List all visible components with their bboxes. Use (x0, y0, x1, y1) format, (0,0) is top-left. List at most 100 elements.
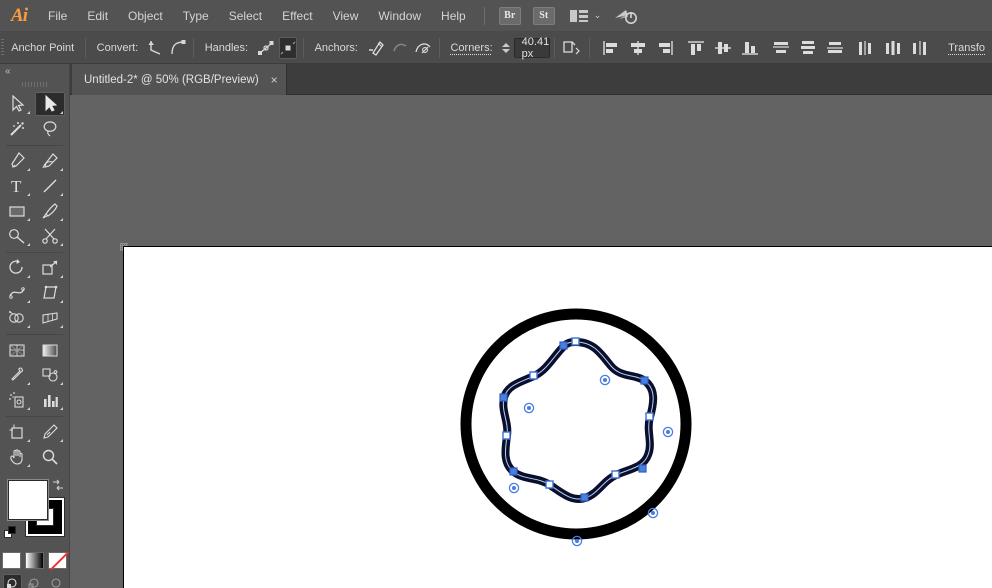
draw-normal-button[interactable] (3, 574, 22, 588)
tool-row (0, 199, 69, 224)
eyedropper-tool[interactable] (2, 363, 32, 387)
stock-button[interactable]: St (532, 6, 555, 25)
slice-tool[interactable] (35, 420, 65, 444)
workspace-switcher[interactable]: ⌄ (569, 9, 602, 23)
tools-panel: « T (0, 64, 70, 588)
none-button[interactable] (48, 552, 67, 569)
convert-to-corner-icon[interactable] (147, 37, 165, 59)
symbol-sprayer-tool[interactable] (2, 388, 32, 412)
cloud-sync-icon (615, 9, 638, 24)
align-vertical-group (682, 37, 763, 59)
tool-row (0, 281, 69, 306)
corners-input[interactable]: 40.41 px (513, 36, 551, 60)
close-icon[interactable]: × (271, 74, 278, 86)
convert-to-smooth-icon[interactable] (169, 37, 187, 59)
cut-path-at-anchor-icon[interactable] (413, 37, 433, 59)
mesh-tool[interactable] (2, 338, 32, 362)
rectangle-tool[interactable] (2, 199, 32, 223)
menu-help[interactable]: Help (431, 0, 476, 32)
scale-tool[interactable] (35, 256, 65, 280)
corners-stepper[interactable] (501, 38, 510, 58)
menu-effect[interactable]: Effect (272, 0, 322, 32)
tool-divider (6, 416, 63, 417)
draw-behind-button[interactable] (25, 574, 44, 588)
gradient-button[interactable] (25, 552, 44, 569)
magic-wand-tool[interactable] (2, 117, 32, 141)
direct-selection-tool[interactable] (2, 92, 32, 116)
default-fill-stroke-icon[interactable] (4, 526, 18, 540)
zoom-tool[interactable] (35, 445, 65, 469)
shaper-pencil-tool[interactable] (2, 224, 32, 248)
menu-view[interactable]: View (323, 0, 369, 32)
align-top-icon[interactable] (684, 37, 707, 59)
blend-tool[interactable] (35, 363, 65, 387)
lasso-tool[interactable] (35, 117, 65, 141)
align-bottom-icon[interactable] (738, 37, 761, 59)
cloud-sync-button[interactable] (613, 6, 639, 26)
document-tab-bar: Untitled-2* @ 50% (RGB/Preview) × (0, 64, 992, 95)
document-tab[interactable]: Untitled-2* @ 50% (RGB/Preview) × (72, 64, 287, 95)
control-bar: Anchor Point Convert: Handles: Anchors: … (0, 32, 992, 64)
menu-window[interactable]: Window (368, 0, 431, 32)
type-tool[interactable]: T (2, 174, 32, 198)
rotate-tool[interactable] (2, 256, 32, 280)
align-left-icon[interactable] (599, 37, 622, 59)
artboard-tool[interactable] (2, 420, 32, 444)
show-handles-icon[interactable] (257, 37, 275, 59)
tool-divider (6, 334, 63, 335)
align-horizontal-center-icon[interactable] (626, 37, 649, 59)
distribute-left-icon[interactable] (854, 37, 877, 59)
collapse-panel-button[interactable]: « (0, 64, 69, 78)
selection-tool[interactable] (35, 92, 65, 116)
canvas-area[interactable] (70, 95, 992, 588)
menu-type[interactable]: Type (173, 0, 219, 32)
remove-anchor-icon[interactable] (367, 37, 387, 59)
gradient-tool[interactable] (35, 338, 65, 362)
draw-inside-button[interactable] (47, 574, 66, 588)
fill-swatch[interactable] (8, 480, 48, 520)
free-transform-tool[interactable] (35, 281, 65, 305)
connect-anchors-icon[interactable] (391, 37, 409, 59)
selected-flower-path (499, 338, 658, 503)
paintbrush-tool[interactable] (35, 199, 65, 223)
column-graph-tool[interactable] (35, 388, 65, 412)
hide-handles-icon[interactable] (279, 36, 298, 59)
menu-bar: Ai File Edit Object Type Select Effect V… (0, 0, 992, 32)
width-warp-tool[interactable] (2, 281, 32, 305)
line-segment-tool[interactable] (35, 174, 65, 198)
document-tab-title: Untitled-2* @ 50% (RGB/Preview) (84, 73, 259, 86)
shape-builder-tool[interactable] (2, 306, 32, 330)
align-vertical-center-icon[interactable] (711, 37, 734, 59)
tool-row (0, 420, 69, 445)
color-button[interactable] (2, 552, 21, 569)
menu-file[interactable]: File (38, 0, 77, 32)
bridge-button[interactable]: Br (498, 6, 521, 25)
isolate-selection-icon[interactable] (561, 37, 583, 59)
hand-tool[interactable] (2, 445, 32, 469)
menu-select[interactable]: Select (219, 0, 272, 32)
pen-tool[interactable] (2, 149, 32, 173)
distribute-vertical-group (767, 37, 848, 59)
distribute-horizontal-group (852, 37, 933, 59)
tool-row (0, 92, 69, 117)
swap-fill-stroke-icon[interactable] (51, 478, 65, 492)
tool-row (0, 224, 69, 249)
distribute-top-icon[interactable] (769, 37, 792, 59)
tools-panel-grip[interactable] (0, 78, 69, 90)
chevron-down-icon: ⌄ (593, 10, 602, 20)
menu-object[interactable]: Object (118, 0, 173, 32)
handles-label: Handles: (204, 41, 249, 54)
align-right-icon[interactable] (653, 37, 676, 59)
distribute-bottom-icon[interactable] (823, 37, 846, 59)
tool-row (0, 445, 69, 470)
fill-stroke-controls (0, 476, 69, 548)
distribute-right-icon[interactable] (908, 37, 931, 59)
distribute-vertical-center-icon[interactable] (796, 37, 819, 59)
scissors-eraser-tool[interactable] (35, 224, 65, 248)
transform-label[interactable]: Transfo (941, 42, 992, 54)
distribute-horizontal-center-icon[interactable] (881, 37, 904, 59)
curvature-tool[interactable] (35, 149, 65, 173)
app-logo: Ai (11, 4, 28, 26)
menu-edit[interactable]: Edit (77, 0, 118, 32)
perspective-grid-tool[interactable] (35, 306, 65, 330)
